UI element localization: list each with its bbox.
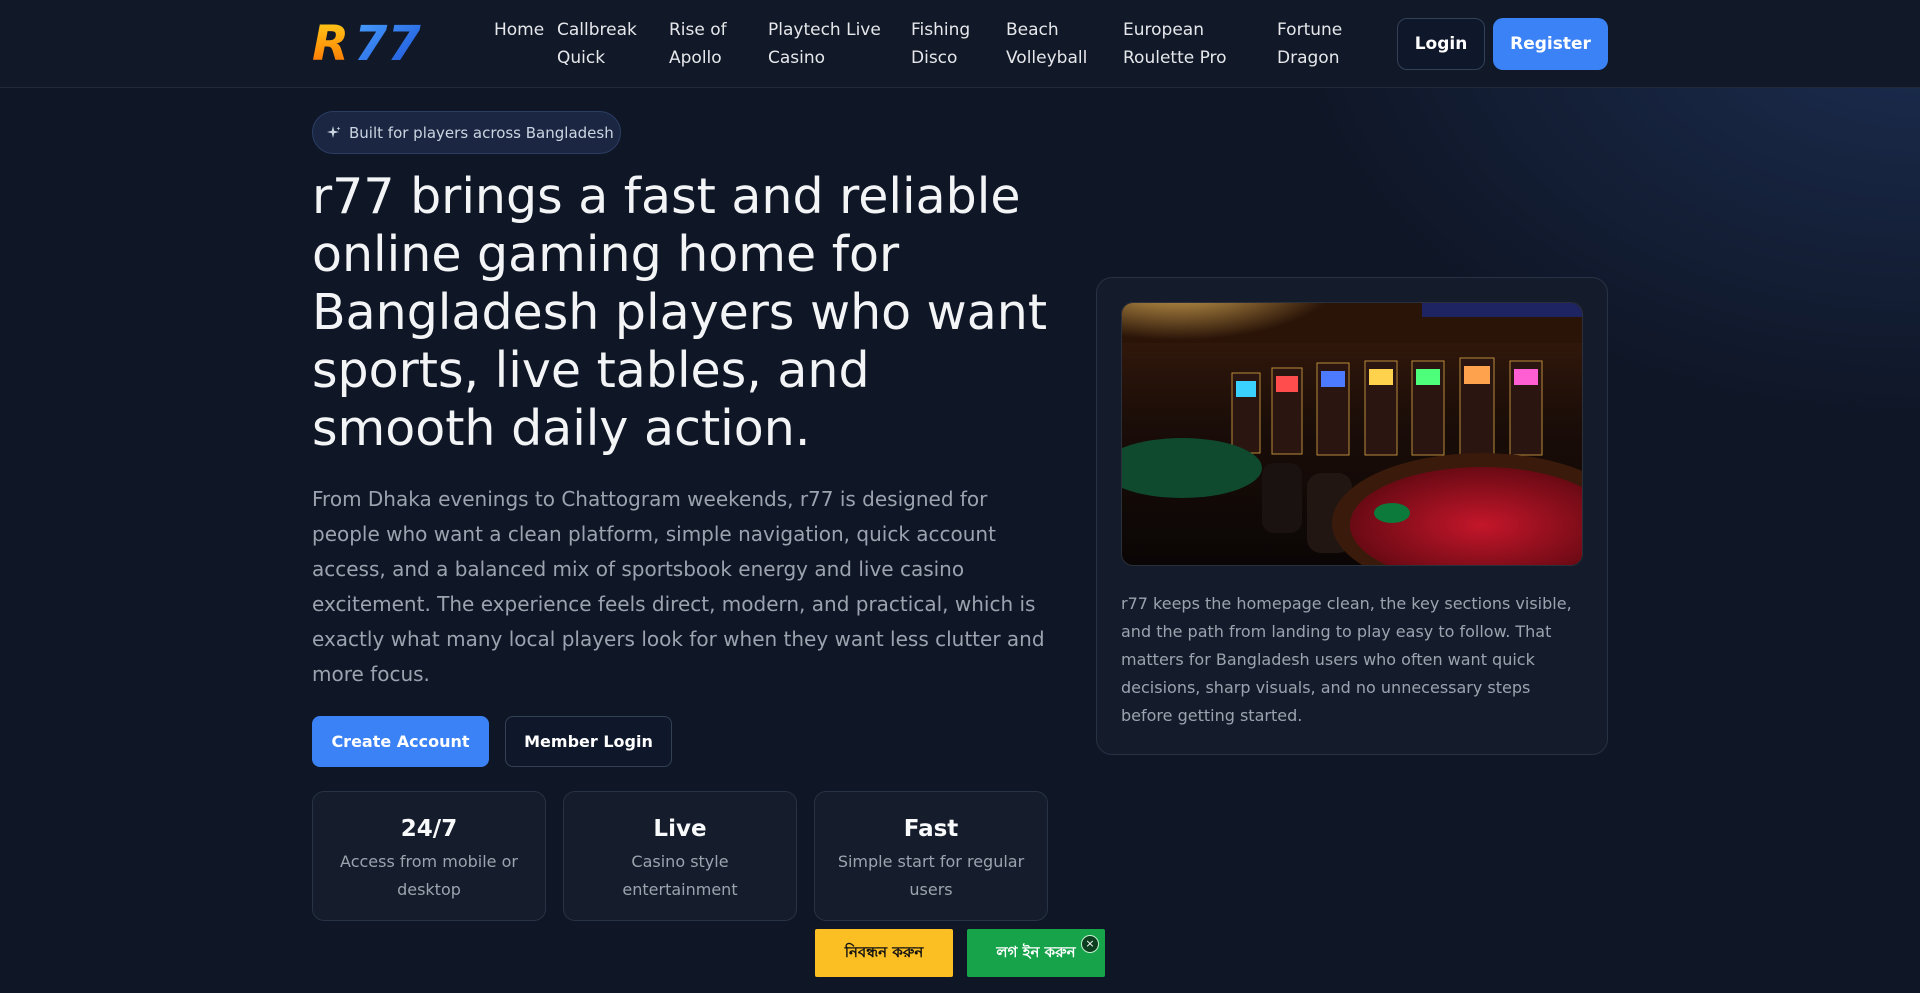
close-icon[interactable]: × <box>1081 935 1099 953</box>
nav-beach-volleyball[interactable]: Beach Volleyball <box>1006 16 1096 72</box>
feature-card-text: r77 keeps the homepage clean, the key se… <box>1121 594 1572 725</box>
stat-label: Casino style entertainment <box>622 852 738 899</box>
hero-badge-text: Built for players across Bangladesh <box>349 123 614 142</box>
hero-badge: Built for players across Bangladesh <box>312 111 621 154</box>
hero-description: From Dhaka evenings to Chattogram weeken… <box>312 487 1045 686</box>
member-login-button[interactable]: Member Login <box>505 716 672 767</box>
stat-card-live: Live Casino style entertainment <box>563 791 797 921</box>
stat-value: 24/7 <box>400 816 458 842</box>
create-account-button[interactable]: Create Account <box>312 716 489 767</box>
stat-value: Fast <box>903 816 959 842</box>
stat-card-access: 24/7 Access from mobile or desktop <box>312 791 546 921</box>
nav-home[interactable]: Home <box>494 16 544 44</box>
casino-interior-image <box>1121 302 1583 566</box>
stat-label: Simple start for regular users <box>837 852 1025 899</box>
stat-value: Live <box>653 816 707 842</box>
floating-register-button[interactable]: নিবন্ধন করুন <box>815 929 953 977</box>
nav-playtech-live-casino[interactable]: Playtech Live Casino <box>768 16 883 72</box>
feature-card: r77 keeps the homepage clean, the key se… <box>1096 277 1608 755</box>
stat-card-fast: Fast Simple start for regular users <box>814 791 1048 921</box>
nav-fortune-dragon[interactable]: Fortune Dragon <box>1277 16 1357 72</box>
register-button[interactable]: Register <box>1493 18 1608 70</box>
nav-callbreak-quick[interactable]: Callbreak Quick <box>557 16 647 72</box>
stat-label: Access from mobile or desktop <box>340 852 518 899</box>
svg-text:R: R <box>312 20 349 66</box>
nav-rise-of-apollo[interactable]: Rise of Apollo <box>669 16 739 72</box>
nav-european-roulette-pro[interactable]: European Roulette Pro <box>1123 16 1248 72</box>
svg-text:77: 77 <box>354 20 421 66</box>
sparkle-icon <box>327 125 341 138</box>
r77-logo[interactable]: R 77 <box>312 16 472 72</box>
nav-fishing-disco[interactable]: Fishing Disco <box>911 16 981 72</box>
login-button[interactable]: Login <box>1397 18 1485 70</box>
site-header: R 77 Home Callbreak Quick Rise of Apollo… <box>0 0 1920 88</box>
hero-title: r77 brings a fast and reliable online ga… <box>312 168 1048 457</box>
